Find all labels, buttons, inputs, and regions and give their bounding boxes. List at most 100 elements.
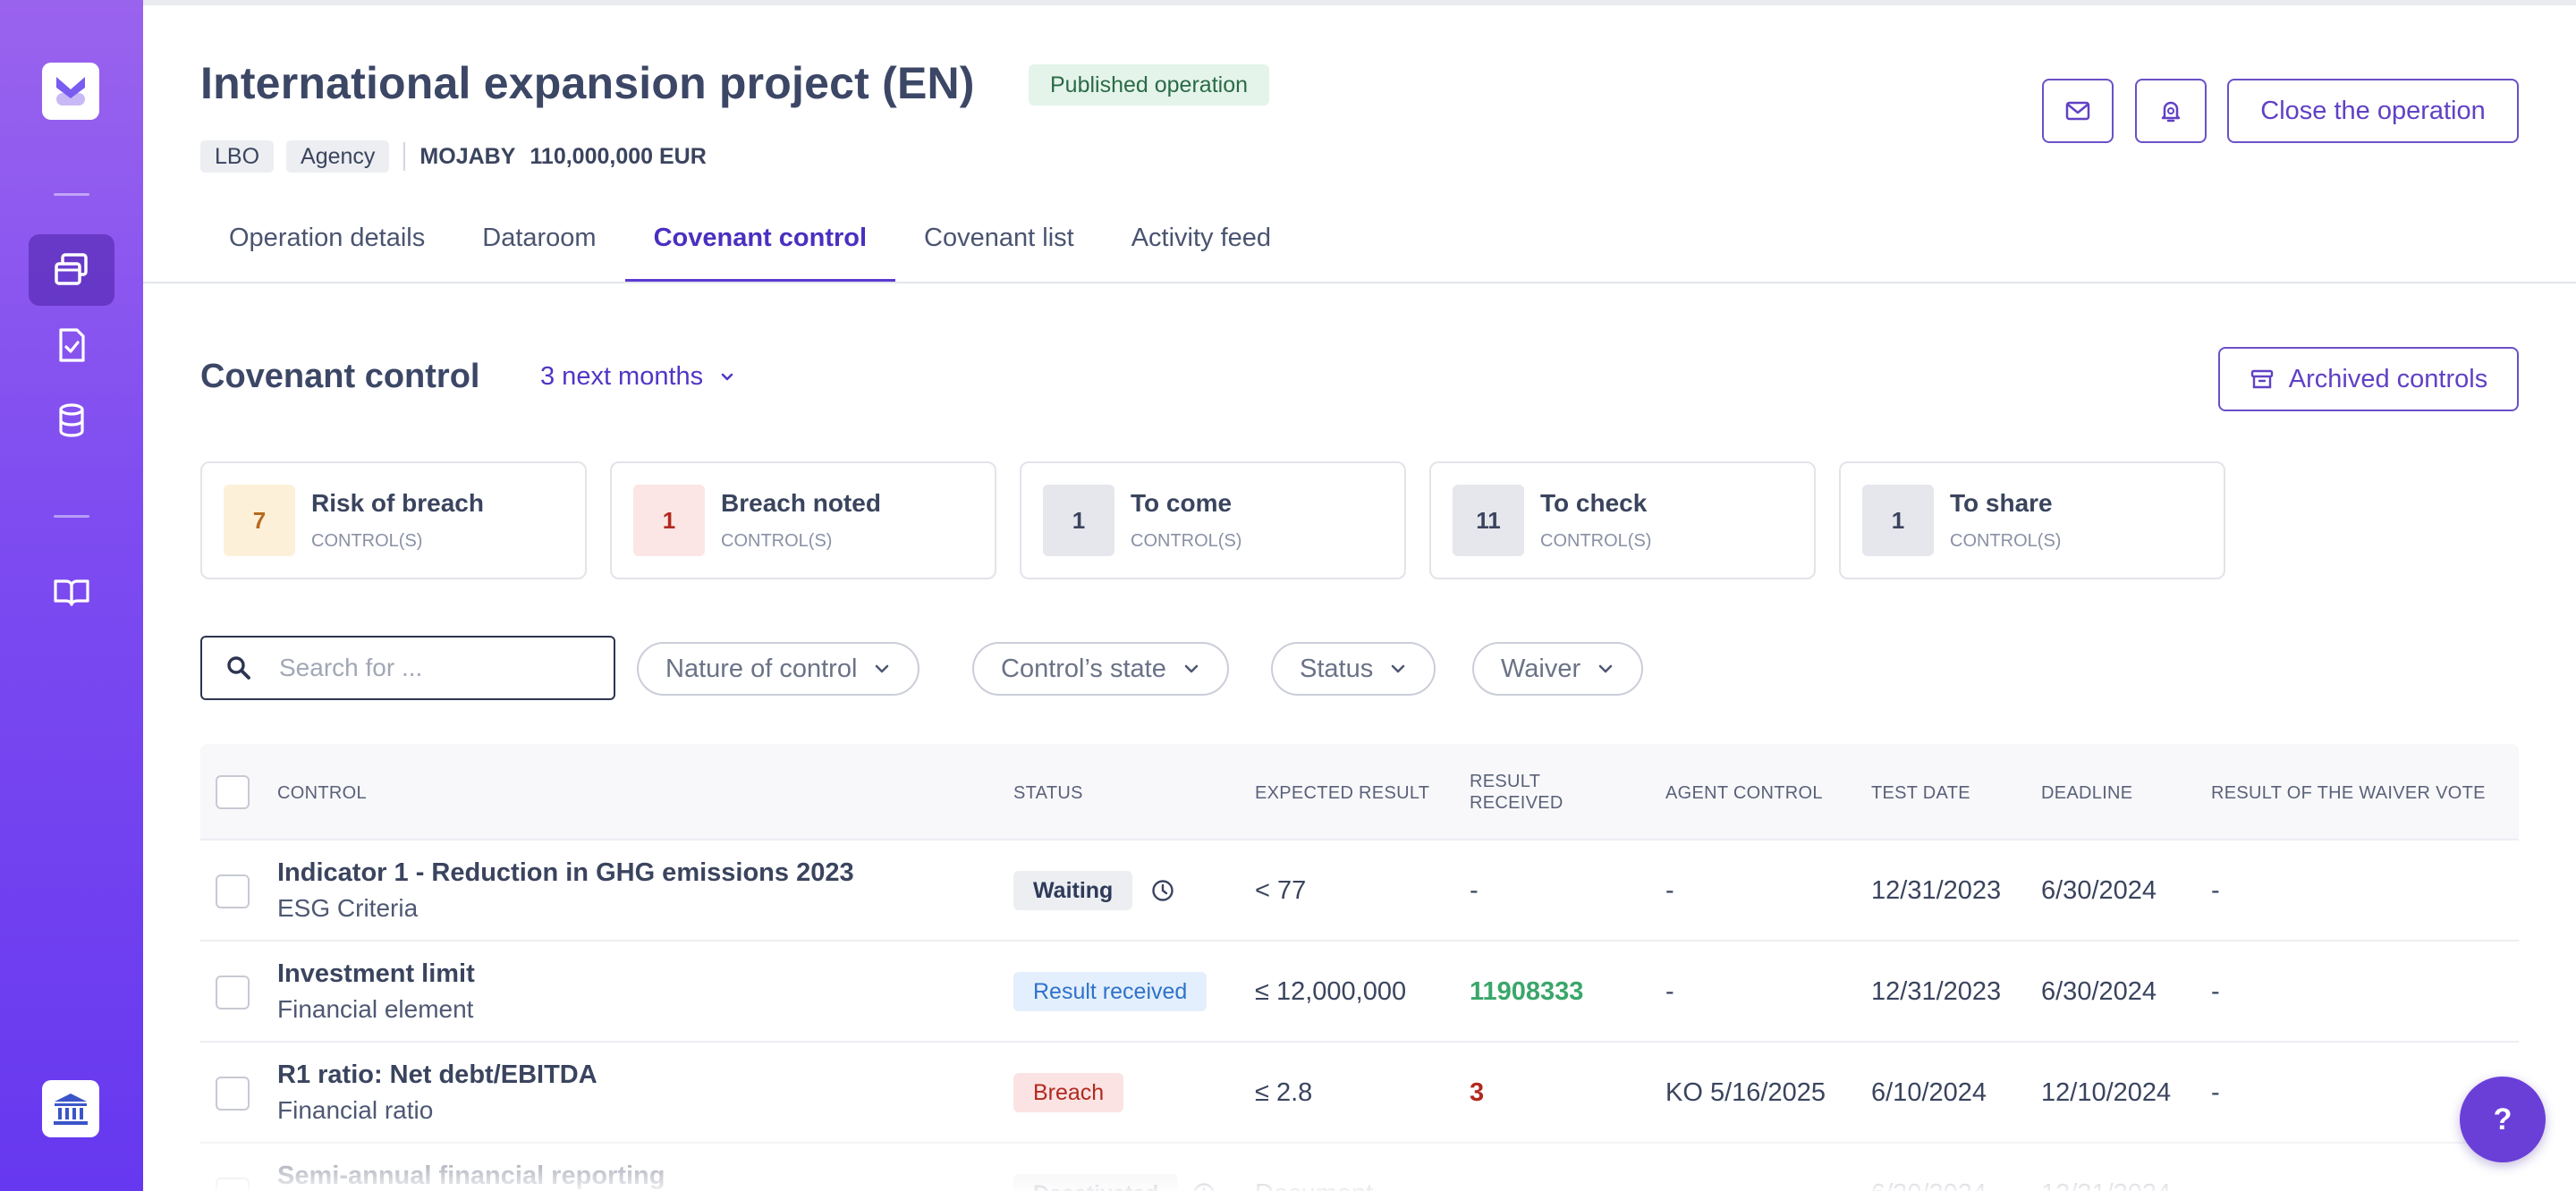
control-category: Financial ratio [277, 1096, 434, 1124]
summary-card[interactable]: 1 Breach noted CONTROL(S) [610, 461, 996, 579]
card-sublabel: CONTROL(S) [311, 531, 423, 551]
summary-card[interactable]: 7 Risk of breach CONTROL(S) [200, 461, 587, 579]
stacked-windows-icon [55, 253, 88, 285]
notification-settings-button[interactable] [2135, 79, 2207, 143]
agent-control: - [1665, 876, 1674, 905]
filter-label: Waiver [1501, 654, 1581, 683]
summary-cards: 7 Risk of breach CONTROL(S) 1 Breach noted CO… [200, 461, 2225, 579]
sidebar-item-operations[interactable] [29, 234, 114, 306]
card-count: 1 [1043, 485, 1114, 556]
app-logo[interactable] [42, 63, 99, 120]
bell-settings-icon [2161, 101, 2181, 122]
deadline: 6/30/2024 [2041, 876, 2157, 905]
section-title: Covenant control [200, 358, 480, 395]
search-field[interactable] [200, 636, 615, 700]
row-checkbox[interactable] [216, 976, 250, 1009]
archived-controls-label: Archived controls [2288, 364, 2488, 393]
control-category: ESG Criteria [277, 894, 419, 922]
nature-of-control-filter[interactable]: Nature of control [637, 642, 920, 696]
help-button[interactable]: ? [2460, 1077, 2546, 1162]
expected-result: < 77 [1255, 876, 1307, 905]
tag-lbo: LBO [200, 140, 275, 173]
status-clock [1150, 878, 1175, 908]
status-filter[interactable]: Status [1271, 642, 1436, 696]
card-count: 7 [224, 485, 295, 556]
table-row[interactable]: Investment limit Financial element Result … [200, 942, 2519, 1043]
sidebar-item-data[interactable] [29, 384, 114, 456]
document-check-icon [59, 328, 85, 362]
control-category: Financial element [277, 995, 474, 1023]
chevron-down-icon [876, 664, 889, 673]
card-label: To come [1131, 489, 1233, 517]
archived-controls-button[interactable]: Archived controls [2218, 347, 2519, 411]
deadline: 6/30/2024 [2041, 977, 2157, 1006]
test-date: 6/10/2024 [1871, 1078, 1987, 1107]
close-operation-button[interactable]: Close the operation [2227, 79, 2519, 143]
card-count: 1 [1862, 485, 1934, 556]
control-state-filter[interactable]: Control’s state [972, 642, 1229, 696]
expected-result: ≤ 2.8 [1255, 1078, 1313, 1107]
tab-covenant-control[interactable]: Covenant control [624, 207, 896, 283]
row-checkbox[interactable] [216, 1077, 250, 1111]
waiver-filter[interactable]: Waiver [1472, 642, 1644, 696]
result-received: 3 [1470, 1078, 1485, 1107]
sidebar-item-docs[interactable] [29, 556, 114, 628]
organization-logo[interactable] [42, 1080, 99, 1137]
sidebar-item-controls[interactable] [29, 309, 114, 381]
test-date: 12/31/2023 [1871, 876, 2002, 905]
select-all-checkbox[interactable] [216, 775, 250, 809]
tab-bar: Operation details Dataroom Covenant cont… [200, 207, 1300, 283]
chevron-down-icon [721, 373, 733, 380]
tab-covenant-list[interactable]: Covenant list [895, 207, 1103, 283]
book-open-icon [54, 579, 89, 606]
card-sublabel: CONTROL(S) [1131, 531, 1242, 551]
control-title[interactable]: Investment limit [277, 959, 475, 989]
col-result-received-line2: RECEIVED [1470, 793, 1563, 813]
card-sublabel: CONTROL(S) [1950, 531, 2062, 551]
filter-label: Control’s state [1001, 654, 1166, 683]
archive-icon [2250, 369, 2273, 389]
col-expected-result: EXPECTED RESULT [1255, 783, 1430, 803]
search-input[interactable] [279, 654, 583, 682]
result-received: 11908333 [1470, 977, 1584, 1006]
tab-dataroom[interactable]: Dataroom [453, 207, 624, 283]
chevron-down-icon [1598, 664, 1613, 673]
control-title[interactable]: Indicator 1 - Reduction in GHG emissions… [277, 858, 854, 888]
table-row[interactable]: Indicator 1 - Reduction in GHG emissions… [200, 840, 2519, 942]
col-deadline: DEADLINE [2041, 783, 2133, 803]
agent-control: KO 5/16/2025 [1665, 1078, 1826, 1107]
chevron-down-icon [1184, 664, 1199, 673]
tab-activity-feed[interactable]: Activity feed [1103, 207, 1300, 283]
period-dropdown[interactable]: 3 next months [540, 362, 735, 392]
organization-name: MOJABY [419, 143, 516, 169]
chevron-down-icon [1391, 664, 1405, 673]
col-waiver-vote: RESULT OF THE WAIVER VOTE [2211, 783, 2486, 803]
operation-tags: LBO Agency MOJABY 110,000,000 EUR [200, 140, 707, 173]
logo-icon [56, 77, 85, 106]
summary-card[interactable]: 1 To share CONTROL(S) [1839, 461, 2225, 579]
test-date: 12/31/2023 [1871, 977, 2002, 1006]
table-header: CONTROL STATUS EXPECTED RESULT RESULT RE… [200, 744, 2519, 840]
card-label: To check [1540, 489, 1648, 517]
card-sublabel: CONTROL(S) [721, 531, 833, 551]
bank-icon [54, 1094, 88, 1125]
mail-button[interactable] [2042, 79, 2114, 143]
filter-label: Nature of control [665, 654, 858, 683]
card-count: 11 [1453, 485, 1524, 556]
waiver-vote-result: - [2211, 876, 2220, 905]
database-icon [59, 403, 84, 437]
col-result-received-line1: RESULT [1470, 772, 1541, 791]
sidebar-divider [54, 193, 89, 196]
control-title[interactable]: R1 ratio: Net debt/EBITDA [277, 1060, 597, 1090]
col-test-date: TEST DATE [1871, 783, 1970, 803]
card-count: 1 [633, 485, 705, 556]
tabs-divider [143, 282, 2576, 283]
summary-card[interactable]: 1 To come CONTROL(S) [1020, 461, 1406, 579]
period-value: 3 next months [540, 362, 704, 391]
row-checkbox[interactable] [216, 874, 250, 908]
agent-control: - [1665, 977, 1674, 1006]
waiver-vote-result: - [2211, 977, 2220, 1006]
summary-card[interactable]: 11 To check CONTROL(S) [1429, 461, 1816, 579]
tag-agency: Agency [286, 140, 390, 173]
tab-operation-details[interactable]: Operation details [200, 207, 453, 283]
